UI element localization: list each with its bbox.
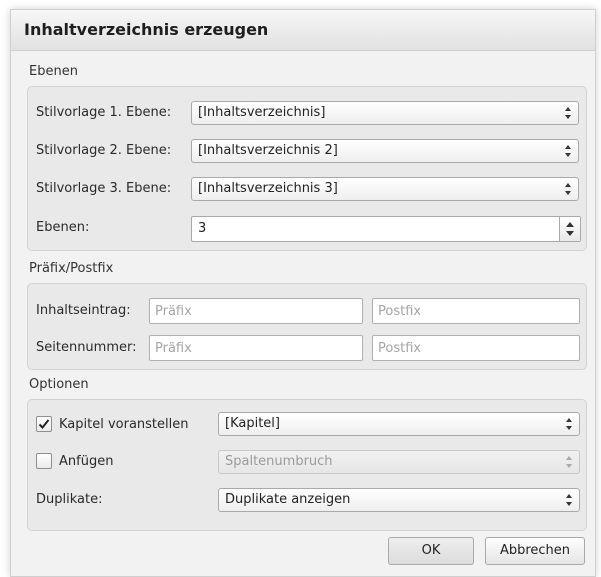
- toc-entry-label: Inhaltseintrag:: [36, 303, 131, 318]
- section-label-prefix-postfix: Präfix/Postfix: [29, 261, 114, 276]
- levels-label: Ebenen:: [36, 220, 90, 235]
- anfuegen-checkbox[interactable]: [36, 453, 52, 469]
- levels-stepper[interactable]: [559, 217, 580, 241]
- group-ebenen: Stilvorlage 1. Ebene: [Inhaltsverzeichni…: [27, 86, 587, 251]
- toc-entry-postfix-input[interactable]: [372, 298, 580, 324]
- duplikate-label: Duplikate:: [36, 492, 103, 507]
- toc-dialog: Inhaltverzeichnis erzeugen Ebenen Stilvo…: [10, 9, 596, 577]
- style-level-1-label: Stilvorlage 1. Ebene:: [36, 105, 172, 120]
- kapitel-checkbox[interactable]: [36, 416, 52, 432]
- cancel-button[interactable]: Abbrechen: [485, 537, 585, 565]
- up-down-arrows-icon: [566, 222, 574, 236]
- group-optionen: Kapitel voranstellen [Kapitel] Anfügen S…: [27, 399, 587, 531]
- up-down-arrows-icon: [566, 494, 572, 506]
- levels-value: 3: [198, 221, 207, 236]
- page-number-label: Seitennummer:: [36, 340, 137, 355]
- up-down-arrows-icon: [565, 145, 571, 157]
- style-level-3-select[interactable]: [Inhaltsverzeichnis 3]: [191, 177, 579, 201]
- up-down-arrows-icon: [565, 183, 571, 195]
- kapitel-label: Kapitel voranstellen: [59, 417, 189, 432]
- kapitel-select[interactable]: [Kapitel]: [218, 412, 580, 436]
- up-down-arrows-icon: [566, 456, 572, 468]
- style-level-3-label: Stilvorlage 3. Ebene:: [36, 181, 172, 196]
- style-level-2-select[interactable]: [Inhaltsverzeichnis 2]: [191, 139, 579, 163]
- dialog-title: Inhaltverzeichnis erzeugen: [11, 10, 595, 51]
- style-level-1-select[interactable]: [Inhaltsverzeichnis]: [191, 101, 579, 125]
- section-label-optionen: Optionen: [29, 377, 89, 392]
- up-down-arrows-icon: [566, 418, 572, 430]
- checkmark-icon: [38, 419, 50, 429]
- levels-spinbox[interactable]: 3: [191, 216, 581, 242]
- duplikate-select[interactable]: Duplikate anzeigen: [218, 488, 580, 512]
- page-number-prefix-input[interactable]: [149, 335, 363, 361]
- toc-entry-prefix-input[interactable]: [149, 298, 363, 324]
- section-label-ebenen: Ebenen: [29, 64, 78, 79]
- group-prefix-postfix: Inhaltseintrag: Seitennummer:: [27, 283, 587, 370]
- anfuegen-label: Anfügen: [59, 454, 114, 469]
- style-level-2-label: Stilvorlage 2. Ebene:: [36, 143, 172, 158]
- anfuegen-select: Spaltenumbruch: [218, 450, 580, 474]
- ok-button[interactable]: OK: [388, 537, 474, 565]
- page-number-postfix-input[interactable]: [372, 335, 580, 361]
- up-down-arrows-icon: [565, 107, 571, 119]
